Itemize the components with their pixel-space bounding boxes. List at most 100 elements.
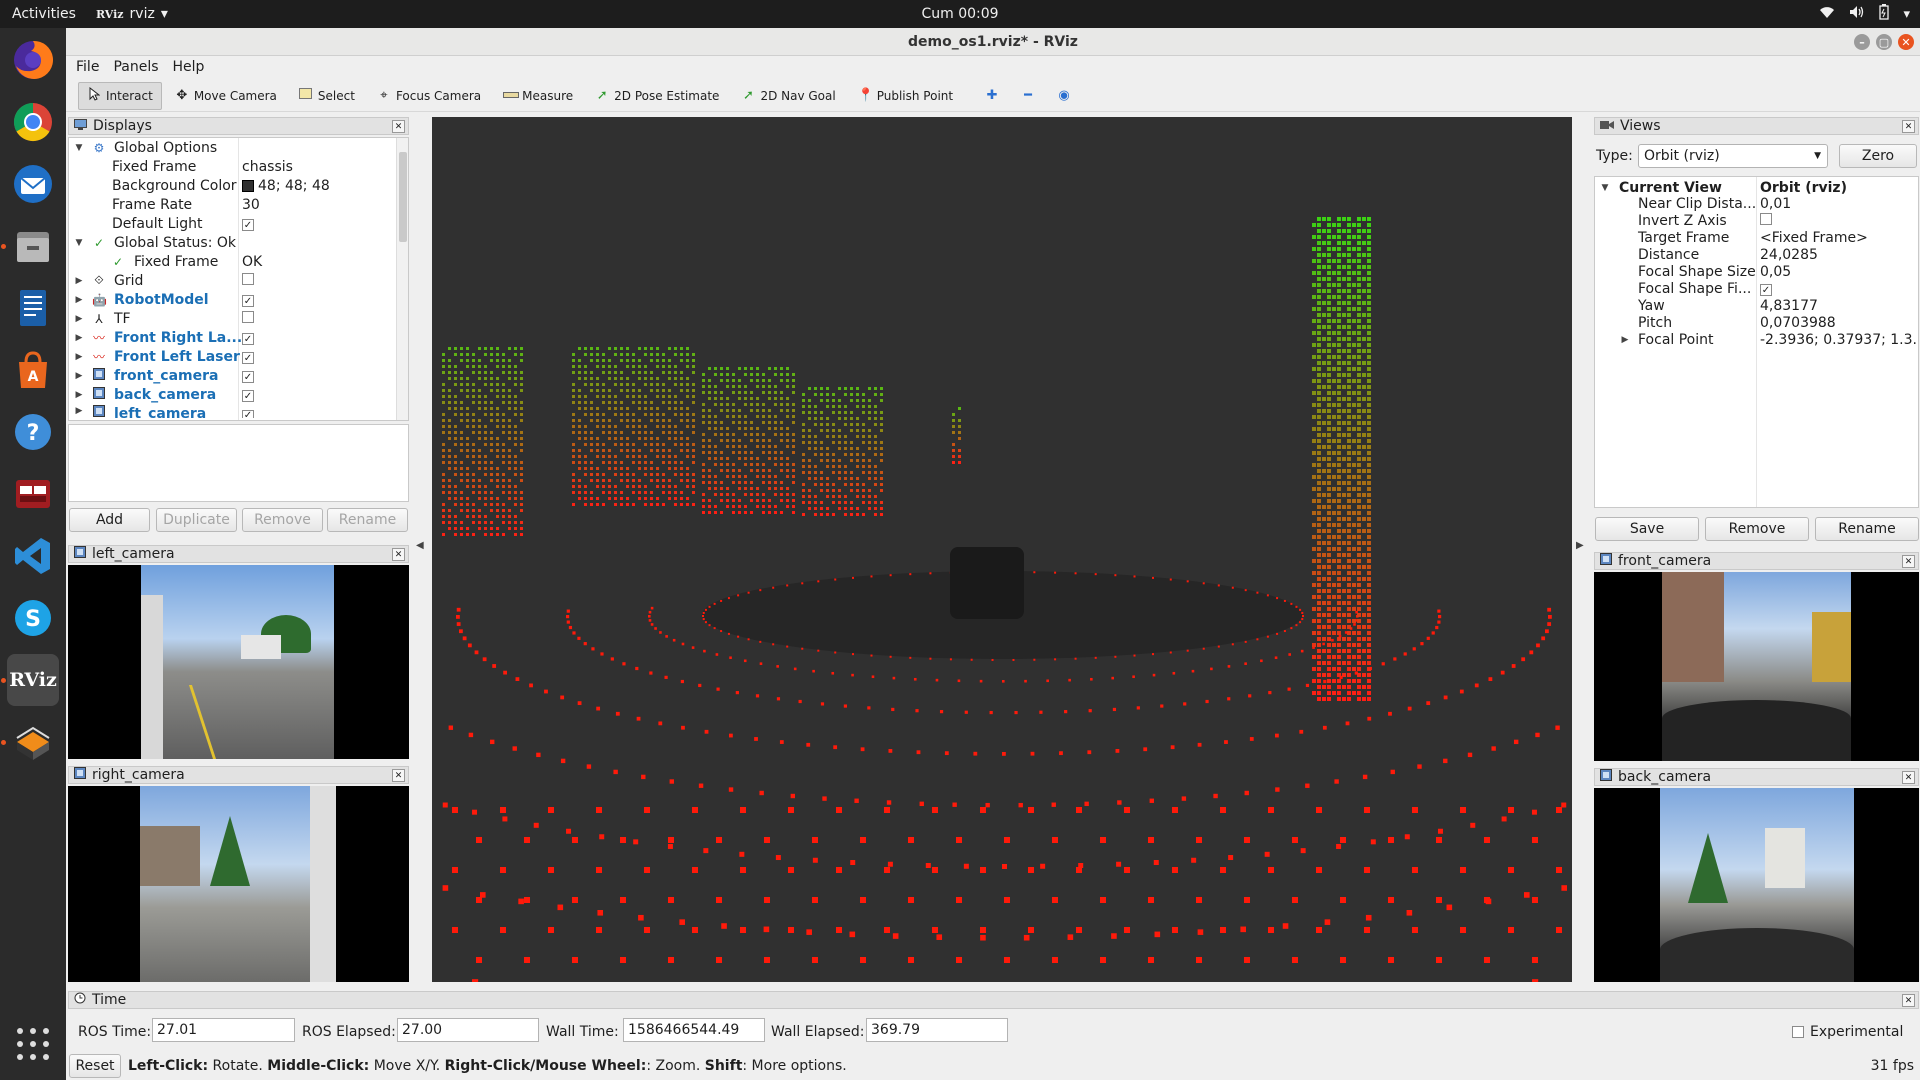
focal-shape-size-value[interactable]: 0,05 (1760, 264, 1791, 280)
ros-elapsed-field[interactable]: 27.00 (397, 1018, 539, 1042)
invert-z-checkbox[interactable] (1760, 212, 1772, 229)
expand-arrow-icon[interactable]: ▶ (73, 314, 85, 324)
views-tree[interactable]: ▼ Current View Orbit (rviz) Near Clip Di… (1594, 176, 1919, 508)
app-menu[interactable]: RViz rviz ▾ (96, 6, 168, 22)
tool-visibility-button[interactable]: ◉ (1048, 83, 1080, 108)
tool-2d-pose-estimate[interactable]: ➚ 2D Pose Estimate (586, 83, 728, 108)
firefox-icon[interactable] (7, 34, 59, 86)
minimize-button[interactable]: – (1854, 34, 1870, 50)
close-panel-icon[interactable]: ✕ (1902, 994, 1915, 1007)
duplicate-display-button[interactable]: Duplicate (156, 508, 237, 532)
tree-row-left-camera[interactable]: ▶ left_camera ✓ (69, 404, 408, 418)
tree-row-robotmodel[interactable]: ▶ 🤖 RobotModel ✓ (69, 290, 408, 309)
expand-arrow-icon[interactable]: ▶ (73, 371, 85, 381)
reset-button[interactable]: Reset (69, 1054, 121, 1078)
display-checkbox[interactable]: ✓ (242, 368, 254, 384)
clock[interactable]: Cum 00:09 (0, 6, 1920, 22)
tree-row-focal-point[interactable]: ▶ Focal Point -2.3936; 0.37937; 1.3... (1595, 331, 1918, 348)
remove-display-button[interactable]: Remove (242, 508, 323, 532)
tree-row-global-options[interactable]: ▼ ⚙ Global Options (69, 138, 408, 157)
maximize-button[interactable]: ▢ (1876, 34, 1892, 50)
close-panel-icon[interactable]: ✕ (1902, 771, 1915, 784)
tree-row-target-frame[interactable]: Target Frame <Fixed Frame> (1595, 229, 1918, 246)
tree-row-front-right-laser[interactable]: ▶ 〰 Front Right La... ✓ (69, 328, 408, 347)
tool-2d-nav-goal[interactable]: ➚ 2D Nav Goal (732, 83, 844, 108)
expand-arrow-icon[interactable]: ▶ (73, 295, 85, 305)
tree-row-yaw[interactable]: Yaw 4,83177 (1595, 297, 1918, 314)
remove-view-button[interactable]: Remove (1705, 517, 1809, 541)
expand-arrow-icon[interactable]: ▼ (73, 238, 85, 248)
menu-help[interactable]: Help (173, 59, 205, 75)
tool-move-camera[interactable]: ✥ Move Camera (166, 83, 286, 108)
save-view-button[interactable]: Save (1595, 517, 1699, 541)
tree-row-near-clip[interactable]: Near Clip Dista... 0,01 (1595, 195, 1918, 212)
close-panel-icon[interactable]: ✕ (1902, 555, 1915, 568)
rviz-icon[interactable]: RViz (1, 654, 59, 706)
expand-arrow-icon[interactable]: ▶ (73, 390, 85, 400)
tree-row-pitch[interactable]: Pitch 0,0703988 (1595, 314, 1918, 331)
view-type-select[interactable]: Orbit (rviz) ▼ (1638, 144, 1828, 168)
expand-arrow-icon[interactable]: ▼ (1599, 183, 1611, 193)
collapse-left-arrow-icon[interactable]: ◀ (416, 540, 424, 551)
target-frame-value[interactable]: <Fixed Frame> (1760, 230, 1868, 246)
display-checkbox[interactable]: ✓ (242, 387, 254, 403)
add-display-button[interactable]: Add (69, 508, 150, 532)
close-panel-icon[interactable]: ✕ (392, 548, 405, 561)
display-checkbox[interactable]: ✓ (242, 406, 254, 418)
close-button[interactable]: ✕ (1898, 34, 1914, 50)
expand-arrow-icon[interactable]: ▶ (73, 406, 85, 416)
remove-tool-button[interactable]: ━ (1012, 83, 1044, 108)
experimental-checkbox[interactable] (1792, 1026, 1804, 1038)
add-tool-button[interactable]: ✚ (976, 83, 1008, 108)
system-tray[interactable]: ▾ (1819, 0, 1910, 28)
tree-row-global-status[interactable]: ▼ ✓ Global Status: Ok (69, 233, 408, 252)
activities-button[interactable]: Activities (0, 6, 96, 22)
frame-rate-value[interactable]: 30 (242, 197, 260, 213)
terminal-icon[interactable] (7, 468, 59, 520)
wall-time-field[interactable]: 1586466544.49 (623, 1018, 765, 1042)
rename-display-button[interactable]: Rename (327, 508, 408, 532)
collapse-right-arrow-icon[interactable]: ▶ (1576, 540, 1584, 551)
expand-arrow-icon[interactable]: ▶ (1619, 335, 1631, 345)
tree-row-fixed-frame[interactable]: Fixed Frame chassis (69, 157, 408, 176)
expand-arrow-icon[interactable]: ▶ (73, 333, 85, 343)
display-checkbox[interactable]: ✓ (242, 292, 254, 308)
close-panel-icon[interactable]: ✕ (1902, 120, 1915, 133)
distance-value[interactable]: 24,0285 (1760, 247, 1818, 263)
writer-icon[interactable] (7, 282, 59, 334)
tree-row-tf[interactable]: ▶ ⅄ TF (69, 309, 408, 328)
display-checkbox[interactable] (242, 310, 254, 327)
wall-elapsed-field[interactable]: 369.79 (866, 1018, 1008, 1042)
rename-view-button[interactable]: Rename (1815, 517, 1919, 541)
close-panel-icon[interactable]: ✕ (392, 769, 405, 782)
3d-render-view[interactable] (432, 117, 1572, 982)
tree-row-grid[interactable]: ▶ ⟐ Grid (69, 271, 408, 290)
menu-panels[interactable]: Panels (113, 59, 158, 75)
expand-arrow-icon[interactable]: ▶ (73, 276, 85, 286)
displays-tree[interactable]: ▼ ⚙ Global Options Fixed Frame chassis B… (68, 137, 409, 421)
help-icon[interactable]: ? (7, 406, 59, 458)
pitch-value[interactable]: 0,0703988 (1760, 315, 1836, 331)
fixed-frame-value[interactable]: chassis (242, 159, 293, 175)
expand-arrow-icon[interactable]: ▶ (73, 352, 85, 362)
tree-row-frame-rate[interactable]: Frame Rate 30 (69, 195, 408, 214)
display-checkbox[interactable]: ✓ (242, 349, 254, 365)
tree-row-invert-z[interactable]: Invert Z Axis (1595, 212, 1918, 229)
tree-row-status-fixed-frame[interactable]: ✓ Fixed Frame OK (69, 252, 408, 271)
tool-interact[interactable]: Interact (78, 81, 162, 110)
tool-focus-camera[interactable]: ⌖ Focus Camera (368, 83, 490, 108)
tree-row-distance[interactable]: Distance 24,0285 (1595, 246, 1918, 263)
tree-row-focal-shape-fixed[interactable]: Focal Shape Fi... ✓ (1595, 280, 1918, 297)
tool-measure[interactable]: Measure (494, 83, 582, 108)
show-applications-button[interactable] (7, 1018, 59, 1070)
menu-file[interactable]: File (76, 59, 99, 75)
focal-shape-fixed-checkbox[interactable]: ✓ (1760, 281, 1772, 297)
tree-row-front-left-laser[interactable]: ▶ 〰 Front Left Laser ✓ (69, 347, 408, 366)
files-icon[interactable] (1, 220, 59, 272)
tool-select[interactable]: Select (290, 83, 364, 108)
close-panel-icon[interactable]: ✕ (392, 120, 405, 133)
experimental-toggle[interactable]: Experimental (1792, 1024, 1903, 1040)
window-titlebar[interactable]: demo_os1.rviz* - RViz – ▢ ✕ (66, 28, 1920, 56)
focal-point-value[interactable]: -2.3936; 0.37937; 1.3... (1760, 332, 1918, 348)
background-color-value[interactable]: 48; 48; 48 (242, 178, 330, 194)
